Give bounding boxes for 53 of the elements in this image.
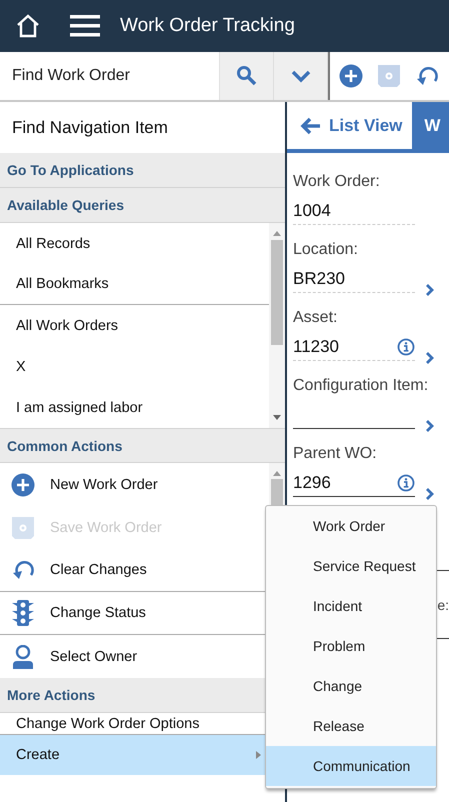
field[interactable]: Location: BR230 <box>293 231 449 299</box>
tab[interactable]: W <box>412 102 449 149</box>
create-submenu-menu[interactable]: Work Order Service Request Incident Problem Change Release Communication <box>265 505 437 789</box>
chevron-right-icon[interactable] <box>425 351 435 365</box>
chevron-down-icon <box>290 69 310 83</box>
field[interactable]: Asset: 11230 <box>293 299 449 367</box>
search-icon <box>236 65 258 87</box>
chevron-right-icon[interactable] <box>425 487 435 501</box>
field-value: BR230 <box>293 268 345 288</box>
field-value: 1004 <box>293 200 331 220</box>
menu-icon[interactable] <box>70 14 100 38</box>
field[interactable]: Work Order: 1004 <box>293 163 449 231</box>
submenu-item[interactable]: Work Order <box>266 506 436 546</box>
section-header[interactable]: Common Actions <box>0 428 285 463</box>
chevron-right-icon[interactable] <box>425 283 435 297</box>
home-icon[interactable] <box>15 13 41 39</box>
submenu-item[interactable]: Service Request <box>266 546 436 586</box>
info-icon[interactable] <box>397 338 415 356</box>
submenu-item[interactable]: Incident <box>266 586 436 626</box>
field-value: 11230 <box>293 336 340 356</box>
field-label: Asset: <box>293 309 338 328</box>
scroll-down-icon[interactable] <box>273 415 281 420</box>
scrollbar-thumb[interactable] <box>271 240 283 345</box>
dropdown-button[interactable] <box>274 52 328 100</box>
query-item[interactable]: All Work Orders <box>0 305 269 346</box>
submenu-item[interactable]: Communication <box>266 746 436 786</box>
submenu-item[interactable]: Problem <box>266 626 436 666</box>
person-icon <box>12 644 34 668</box>
add-button[interactable] <box>339 64 363 88</box>
query-item[interactable]: X <box>0 346 269 387</box>
section-header[interactable]: Available Queries <box>0 188 285 223</box>
field[interactable]: Configuration Item: <box>293 367 449 435</box>
chevron-right-icon[interactable] <box>425 419 435 433</box>
field-label: Parent WO: <box>293 445 378 464</box>
field-label: Location: <box>293 241 359 260</box>
add-icon <box>339 64 363 88</box>
save-icon <box>11 516 35 540</box>
field-label: e: <box>437 596 449 612</box>
add-icon <box>11 472 35 496</box>
field-value: 1296 <box>293 472 331 492</box>
field[interactable]: Parent WO: 1296 <box>293 435 449 503</box>
field-label: Configuration Item: <box>293 377 430 396</box>
action-item[interactable]: New Work Order <box>0 463 269 506</box>
save-icon <box>377 64 401 88</box>
query-item[interactable]: All Records <box>0 223 269 264</box>
info-icon[interactable] <box>397 474 415 492</box>
field-label: Work Order: <box>293 173 381 192</box>
app-title: Work Order Tracking <box>120 15 295 37</box>
back-arrow-icon <box>299 116 321 134</box>
section-header[interactable]: Go To Applications <box>0 153 285 188</box>
traffic-light-icon <box>12 600 34 626</box>
query-item[interactable]: I am assigned labor <box>0 387 269 428</box>
search-button[interactable] <box>220 52 274 100</box>
